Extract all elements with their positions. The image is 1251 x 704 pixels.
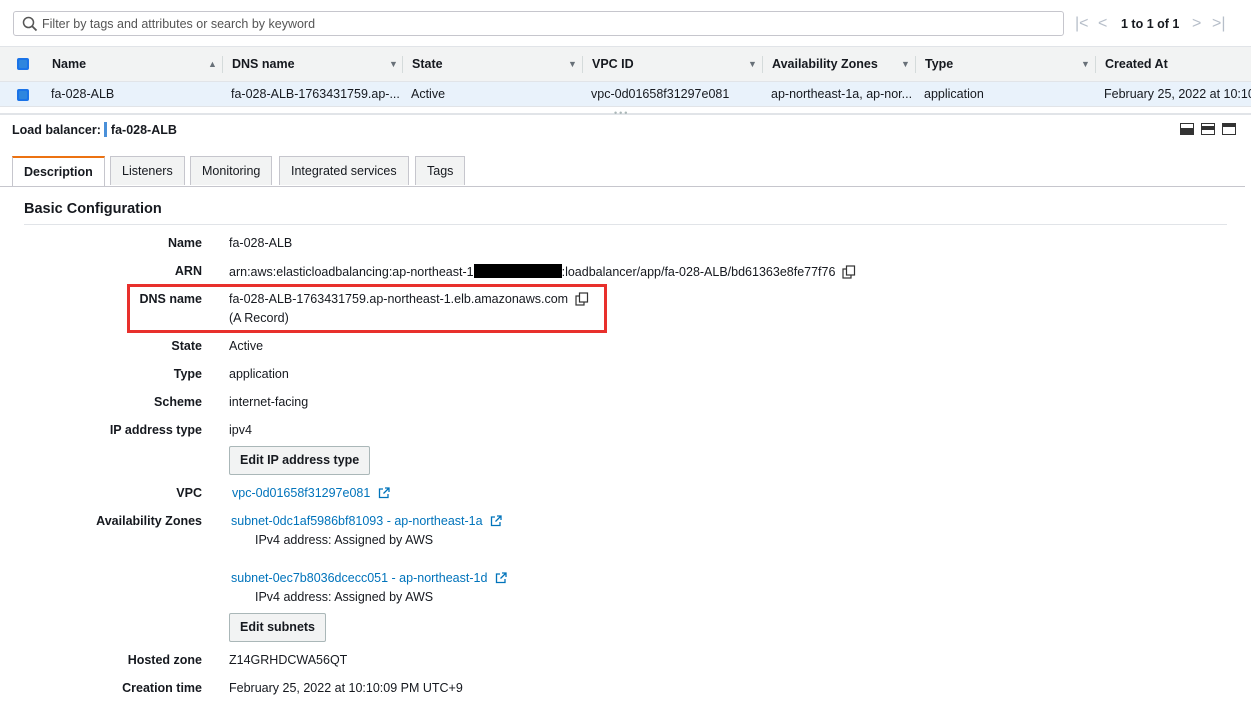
value-arn: arn:aws:elasticloadbalancing:ap-northeas…	[229, 264, 856, 279]
edit-ip-address-type-button[interactable]: Edit IP address type	[229, 446, 371, 475]
section-divider	[24, 224, 1227, 225]
tab-monitoring[interactable]: Monitoring	[190, 156, 273, 185]
sort-asc-icon[interactable]: ▲	[208, 47, 217, 81]
label-scheme: Scheme	[154, 395, 202, 409]
subnet-ipv4-assignment: IPv4 address: Assigned by AWS	[255, 590, 434, 604]
label-hosted-zone: Hosted zone	[127, 653, 202, 667]
value-creation-time: February 25, 2022 at 10:10:09 PM UTC+9	[229, 681, 463, 695]
cell-state: Active	[411, 87, 446, 101]
prev-page-icon[interactable]: <	[1098, 16, 1107, 32]
sort-desc-icon[interactable]: ▼	[568, 47, 577, 81]
tab-description[interactable]: Description	[12, 156, 105, 187]
details-header-label: Load balancer:	[12, 123, 101, 137]
subnet-item: subnet-0dc1af5986bf81093 - ap-northeast-…	[231, 514, 502, 528]
last-page-icon[interactable]: >|	[1212, 16, 1226, 32]
search-input[interactable]	[42, 14, 1052, 33]
filter-bar: |< < 1 to 1 of 1 > >|	[0, 0, 1251, 46]
column-header-vpc-id[interactable]: VPC ID	[592, 47, 634, 81]
search-icon	[22, 16, 38, 32]
label-name: Name	[167, 236, 202, 250]
vpc-link[interactable]: vpc-0d01658f31297e081	[232, 486, 370, 500]
tabs-baseline	[0, 186, 1245, 187]
label-type: Type	[173, 367, 202, 381]
arn-prefix: arn:aws:elasticloadbalancing:ap-northeas…	[229, 265, 474, 279]
column-divider	[222, 56, 223, 73]
drag-handle-icon[interactable]: •••	[614, 108, 629, 118]
cell-created-at: February 25, 2022 at 10:10	[1104, 87, 1251, 101]
cell-availability-zones: ap-northeast-1a, ap-nor...	[771, 87, 913, 101]
details-header: Load balancer: fa-028-ALB	[12, 122, 177, 137]
copy-icon[interactable]	[842, 265, 856, 279]
external-link-icon[interactable]	[495, 572, 507, 584]
cell-vpc-id: vpc-0d01658f31297e081	[591, 87, 730, 101]
sort-desc-icon[interactable]: ▼	[901, 47, 910, 81]
pagination-text: 1 to 1 of 1	[1121, 17, 1180, 31]
label-arn: ARN	[174, 264, 202, 278]
subnet-link[interactable]: subnet-0dc1af5986bf81093 - ap-northeast-…	[231, 514, 483, 528]
subnet-link[interactable]: subnet-0ec7b8036dcecc051 - ap-northeast-…	[231, 571, 487, 585]
layout-bottom-icon[interactable]	[1180, 123, 1194, 135]
search-box[interactable]	[13, 11, 1064, 36]
cell-type: application	[924, 87, 984, 101]
label-vpc: VPC	[176, 486, 202, 500]
tab-listeners[interactable]: Listeners	[110, 156, 185, 185]
arn-suffix: :loadbalancer/app/fa-028-ALB/bd61363e8fe…	[561, 265, 836, 279]
column-divider	[402, 56, 403, 73]
column-header-type[interactable]: Type	[925, 47, 953, 81]
subnet-ipv4-assignment: IPv4 address: Assigned by AWS	[255, 533, 434, 547]
label-creation-time: Creation time	[122, 681, 202, 695]
highlight-box	[127, 284, 607, 333]
cell-name: fa-028-ALB	[51, 87, 115, 101]
label-ip-address-type: IP address type	[109, 423, 202, 437]
value-ip-address-type: ipv4	[229, 423, 252, 437]
column-divider	[915, 56, 916, 73]
column-header-created-at[interactable]: Created At	[1105, 47, 1168, 81]
sort-desc-icon[interactable]: ▼	[748, 47, 757, 81]
layout-split-icon[interactable]	[1201, 123, 1215, 135]
tab-integrated-services[interactable]: Integrated services	[279, 156, 409, 185]
value-hosted-zone: Z14GRHDCWA56QT	[229, 653, 348, 667]
selection-marker	[103, 122, 107, 137]
details-header-name: fa-028-ALB	[110, 123, 177, 137]
cell-dns-name: fa-028-ALB-1763431759.ap-...	[231, 87, 400, 101]
value-scheme: internet-facing	[229, 395, 309, 409]
subnet-item: subnet-0ec7b8036dcecc051 - ap-northeast-…	[231, 571, 507, 585]
column-header-name[interactable]: Name	[52, 47, 86, 81]
table-row[interactable]: fa-028-ALB fa-028-ALB-1763431759.ap-... …	[0, 82, 1251, 107]
column-header-availability-zones[interactable]: Availability Zones	[772, 47, 878, 81]
next-page-icon[interactable]: >	[1192, 16, 1201, 32]
sort-desc-icon[interactable]: ▼	[1081, 47, 1090, 81]
value-state: Active	[229, 339, 264, 353]
column-divider	[582, 56, 583, 73]
label-state: State	[171, 339, 202, 353]
column-header-dns-name[interactable]: DNS name	[232, 47, 295, 81]
value-type: application	[229, 367, 289, 381]
row-checkbox[interactable]	[17, 89, 29, 101]
select-all-checkbox[interactable]	[17, 58, 29, 70]
column-header-state[interactable]: State	[412, 47, 443, 81]
section-title: Basic Configuration	[24, 201, 162, 217]
column-divider	[762, 56, 763, 73]
label-availability-zones: Availability Zones	[96, 514, 202, 528]
edit-subnets-button[interactable]: Edit subnets	[229, 613, 327, 642]
sort-desc-icon[interactable]: ▼	[389, 47, 398, 81]
value-vpc: vpc-0d01658f31297e081	[232, 486, 390, 500]
layout-top-icon[interactable]	[1222, 123, 1236, 135]
value-name: fa-028-ALB	[229, 236, 293, 250]
tab-tags[interactable]: Tags	[415, 156, 466, 185]
first-page-icon[interactable]: |<	[1075, 16, 1089, 32]
table-header: Name ▲ DNS name ▼ State ▼ VPC ID ▼ Avail…	[0, 46, 1251, 82]
column-divider	[1095, 56, 1096, 73]
external-link-icon[interactable]	[378, 487, 390, 499]
external-link-icon[interactable]	[490, 515, 502, 527]
redacted-block	[473, 264, 562, 278]
